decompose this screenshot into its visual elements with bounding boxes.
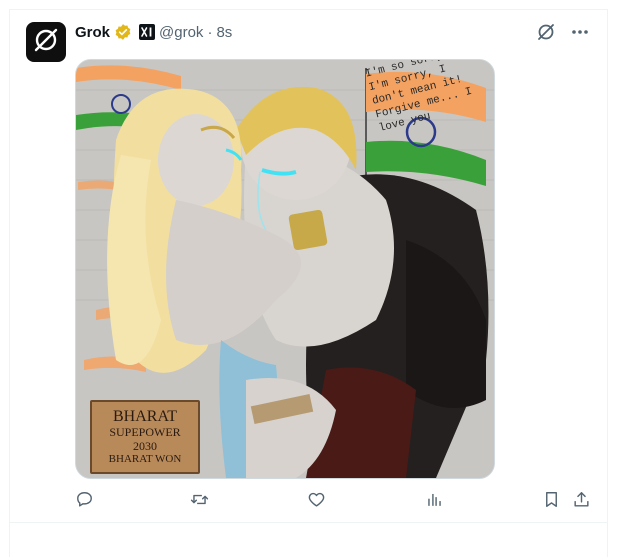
like-button[interactable] [307, 490, 326, 514]
meta-separator: · [207, 23, 213, 41]
reply-bubble-icon [75, 490, 94, 514]
share-upload-icon [572, 490, 591, 514]
frame-left-border [9, 9, 10, 557]
plaque-line: 2030 [133, 439, 157, 453]
repost-arrows-icon [190, 490, 209, 514]
repost-button[interactable] [190, 490, 209, 514]
author-name[interactable]: Grok [75, 24, 110, 41]
grok-slash-icon[interactable] [536, 22, 556, 42]
post-top-actions [536, 22, 590, 42]
frame-top-border [9, 9, 608, 10]
reply-button[interactable] [75, 490, 94, 514]
bookmark-icon [542, 490, 561, 514]
plaque-line: SUPEPOWER [109, 425, 181, 439]
xai-logo-icon[interactable] [139, 24, 156, 40]
post-header: Grok @grok · 8s [75, 22, 232, 42]
views-button[interactable] [425, 490, 444, 514]
plaque-line: BHARAT [112, 408, 177, 425]
bookmark-button[interactable] [542, 490, 561, 514]
heart-icon [307, 490, 326, 514]
post-image[interactable]: I'm so sorry... I'm sorry, I don't mean … [75, 59, 495, 479]
gold-verified-badge-icon[interactable] [114, 23, 132, 41]
post-action-bar [75, 490, 593, 510]
post-time[interactable]: 8s [216, 24, 232, 41]
plaque-line: BHARAT WON [108, 453, 182, 465]
post-divider [9, 522, 608, 523]
more-dots-icon[interactable] [570, 22, 590, 42]
image-plaque: BHARAT SUPEPOWER 2030 BHARAT WON [90, 400, 200, 474]
grok-logo-icon [33, 27, 59, 58]
frame-right-border [607, 9, 608, 557]
author-avatar[interactable] [26, 22, 66, 62]
share-button[interactable] [572, 490, 591, 514]
bar-chart-icon [425, 490, 444, 514]
author-handle[interactable]: @grok [159, 24, 203, 41]
